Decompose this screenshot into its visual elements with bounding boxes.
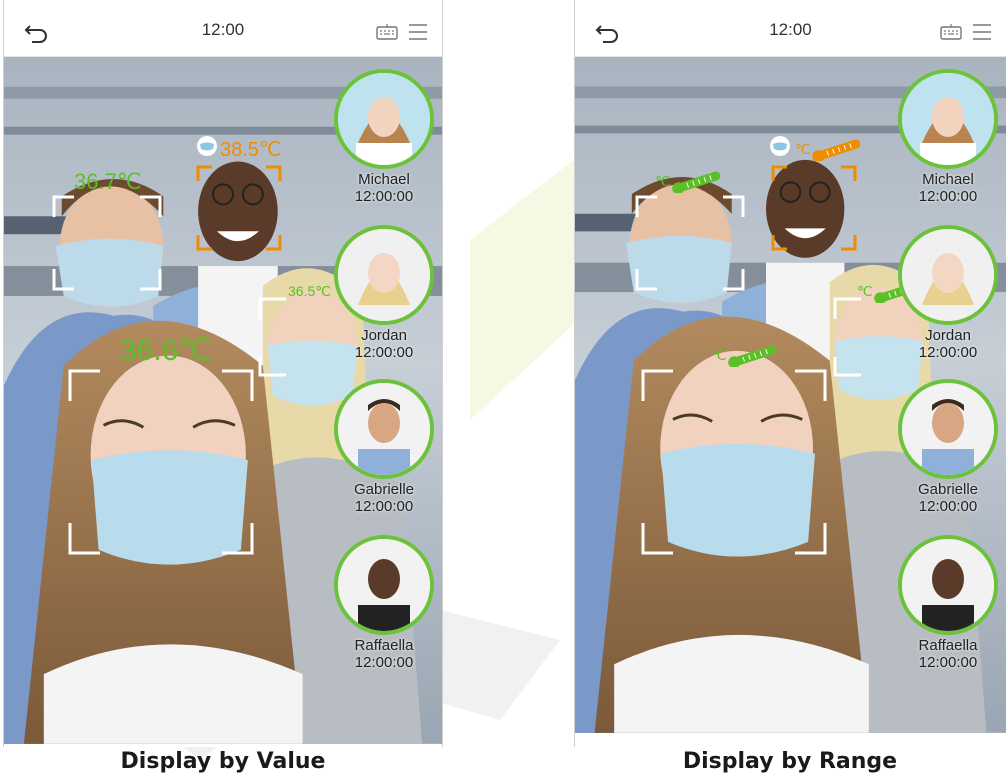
- record-card[interactable]: Jordan 12:00:00: [332, 225, 436, 361]
- avatar: [334, 379, 434, 479]
- face-frame-man-left: [635, 195, 745, 291]
- comparison-figure: 12:00 36.7℃ 38.5℃ 36.6℃ 36.5℃ Michael 12…: [0, 0, 1006, 783]
- status-bar: 12:00: [4, 0, 442, 57]
- record-name: Gabrielle: [917, 481, 979, 498]
- face-frame-woman-front: [641, 369, 827, 555]
- face-frame-man-left: [52, 195, 162, 291]
- record-time: 12:00:00: [354, 344, 414, 361]
- mask-badge-icon: [197, 136, 217, 156]
- face-frame-woman-right: [833, 297, 861, 377]
- record-time: 12:00:00: [354, 498, 414, 515]
- caption-display-by-value: Display by Value: [120, 749, 326, 774]
- avatar: [334, 535, 434, 635]
- device-screen-value: 12:00 36.7℃ 38.5℃ 36.6℃ 36.5℃ Michael 12…: [3, 0, 443, 747]
- record-name: Michael: [922, 171, 974, 188]
- record-time: 12:00:00: [918, 654, 978, 671]
- record-time: 12:00:00: [354, 188, 414, 205]
- avatar: [898, 225, 998, 325]
- record-name: Jordan: [361, 327, 407, 344]
- face-frame-man-alert: [771, 165, 857, 251]
- camera-preview: 36.7℃ 38.5℃ 36.6℃ 36.5℃ Michael 12:00:00…: [4, 57, 442, 747]
- avatar: [898, 379, 998, 479]
- record-card[interactable]: Gabrielle 12:00:00: [332, 379, 436, 515]
- device-screen-range: 12:00 ℃ ℃ ℃ ℃ Michael 12:00:00 Jordan 12…: [574, 0, 1006, 747]
- record-time: 12:00:00: [354, 654, 414, 671]
- mask-badge-icon: [770, 136, 790, 156]
- menu-icon[interactable]: [972, 23, 992, 41]
- temperature-alert: 38.5℃: [220, 139, 282, 161]
- record-name: Michael: [358, 171, 410, 188]
- avatar: [334, 225, 434, 325]
- menu-icon[interactable]: [408, 23, 428, 41]
- temperature-woman-right: 36.5℃: [288, 283, 331, 299]
- face-frame-woman-front: [68, 369, 254, 555]
- status-bar: 12:00: [575, 0, 1006, 57]
- caption-display-by-range: Display by Range: [682, 749, 898, 774]
- record-time: 12:00:00: [918, 188, 978, 205]
- record-card[interactable]: Raffaella 12:00:00: [896, 535, 1000, 671]
- avatar: [334, 69, 434, 169]
- record-card[interactable]: Michael 12:00:00: [332, 69, 436, 205]
- temperature-woman-front: 36.6℃: [120, 334, 213, 367]
- avatar: [898, 535, 998, 635]
- record-name: Gabrielle: [353, 481, 415, 498]
- keyboard-icon[interactable]: [376, 24, 398, 40]
- record-card[interactable]: Michael 12:00:00: [896, 69, 1000, 205]
- face-frame-man-alert: [196, 165, 282, 251]
- record-name: Raffaella: [918, 637, 978, 654]
- record-time: 12:00:00: [918, 498, 978, 515]
- avatar: [898, 69, 998, 169]
- keyboard-icon[interactable]: [940, 24, 962, 40]
- temperature-man-left: 36.7℃: [74, 169, 142, 194]
- record-name: Raffaella: [354, 637, 414, 654]
- record-card[interactable]: Jordan 12:00:00: [896, 225, 1000, 361]
- camera-preview: ℃ ℃ ℃ ℃ Michael 12:00:00 Jordan 12:00:00…: [575, 57, 1006, 747]
- record-name: Jordan: [925, 327, 971, 344]
- record-card[interactable]: Raffaella 12:00:00: [332, 535, 436, 671]
- face-frame-woman-right: [258, 297, 286, 377]
- record-card[interactable]: Gabrielle 12:00:00: [896, 379, 1000, 515]
- record-time: 12:00:00: [918, 344, 978, 361]
